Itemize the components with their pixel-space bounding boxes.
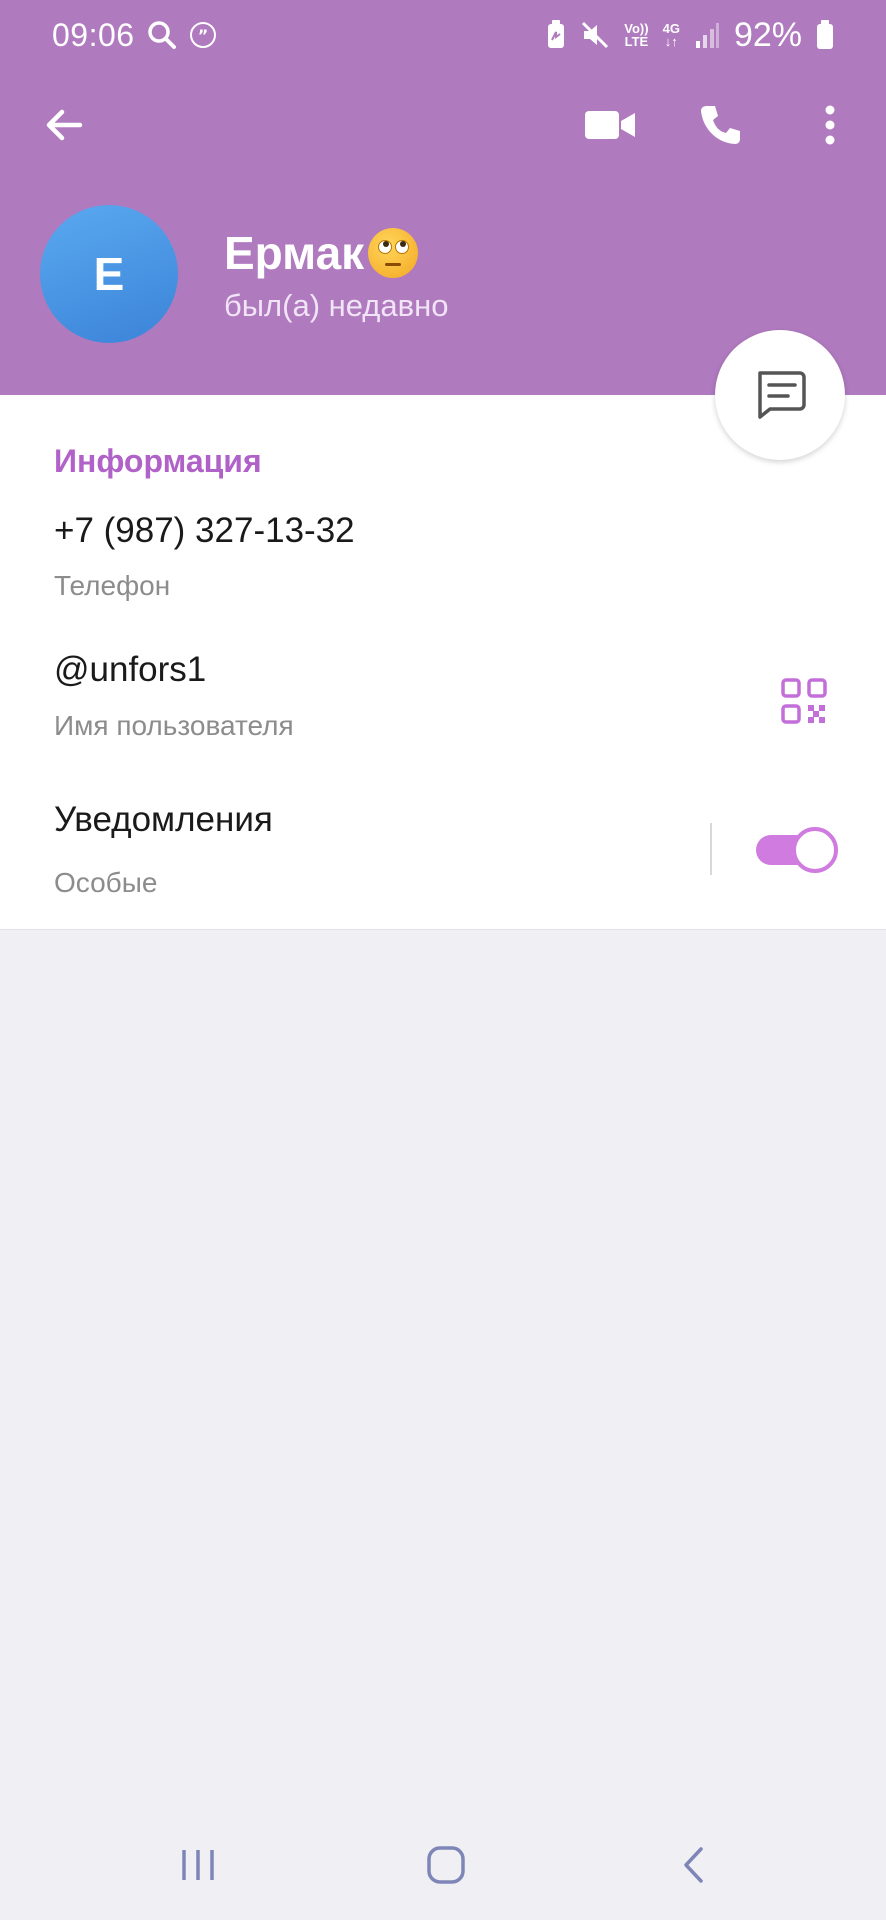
- battery-saver-icon: [546, 20, 566, 50]
- back-button[interactable]: [24, 85, 104, 165]
- home-button[interactable]: [406, 1830, 486, 1900]
- signal-icon: [694, 21, 720, 49]
- username-label: Имя пользователя: [54, 710, 294, 741]
- status-bar-left: 09:06 ”: [52, 17, 217, 54]
- voice-call-button[interactable]: [680, 85, 760, 165]
- quote-notification-icon: ”: [189, 21, 217, 49]
- username[interactable]: @unfors1: [54, 650, 206, 690]
- more-vertical-icon: [825, 105, 835, 145]
- battery-icon: [816, 20, 834, 50]
- video-call-button[interactable]: [570, 85, 650, 165]
- search-icon: [147, 20, 177, 50]
- phone-icon: [701, 106, 740, 144]
- system-nav-bar: [0, 1820, 886, 1910]
- app-bar: [0, 85, 886, 165]
- notifications-title[interactable]: Уведомления: [54, 800, 273, 840]
- status-time: 09:06: [52, 16, 135, 53]
- video-camera-icon: [585, 111, 635, 139]
- recent-apps-icon: [182, 1850, 214, 1880]
- chevron-left-icon: [684, 1847, 703, 1883]
- message-icon: [758, 371, 806, 419]
- info-section-title: Информация: [54, 443, 262, 479]
- phone-label: Телефон: [54, 570, 171, 601]
- svg-text:”: ”: [197, 26, 208, 45]
- avatar-letter: E: [93, 248, 125, 300]
- battery-percent: 92%: [733, 15, 802, 54]
- notifications-label: Особые: [54, 867, 158, 898]
- qr-code-icon: [781, 678, 827, 724]
- avatar[interactable]: E: [40, 205, 178, 343]
- screen: 09:06 ” Vo)) LTE 4G ↓↑ 92% E Ермак был(а…: [0, 0, 886, 1920]
- status-bar-right: Vo)) LTE 4G ↓↑ 92%: [546, 16, 834, 55]
- volte-indicator: Vo)) LTE: [624, 21, 649, 49]
- profile-name: Ермак: [224, 226, 419, 280]
- more-options-button[interactable]: [790, 85, 870, 165]
- home-icon: [427, 1846, 465, 1884]
- send-message-button[interactable]: [715, 330, 845, 460]
- notifications-toggle[interactable]: [756, 825, 838, 873]
- toggle-thumb: [792, 827, 838, 873]
- profile-name-text: Ермак: [224, 227, 365, 279]
- system-back-button[interactable]: [654, 1830, 734, 1900]
- recent-apps-button[interactable]: [158, 1830, 238, 1900]
- qr-code-button[interactable]: [776, 673, 832, 729]
- info-card: Информация +7 (987) 327-13-32 Телефон @u…: [0, 395, 886, 930]
- status-bar: 09:06 ” Vo)) LTE 4G ↓↑ 92%: [0, 0, 886, 70]
- profile-status: был(а) недавно: [224, 288, 449, 323]
- mute-icon: [580, 20, 610, 50]
- phone-number[interactable]: +7 (987) 327-13-32: [54, 511, 355, 551]
- arrow-left-icon: [46, 109, 83, 141]
- network-type-indicator: 4G ↓↑: [662, 21, 680, 49]
- rolling-eyes-emoji-icon: [368, 228, 419, 278]
- notifications-divider: [710, 823, 712, 875]
